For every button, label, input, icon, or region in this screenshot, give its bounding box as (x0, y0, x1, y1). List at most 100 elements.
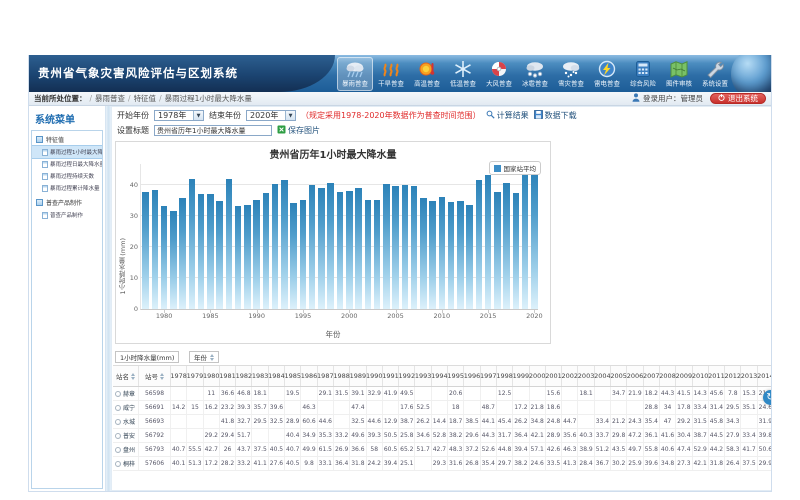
row-radio[interactable] (115, 433, 121, 439)
breadcrumb-separator: / (128, 94, 131, 103)
year-sort-chip[interactable]: 年份 (189, 351, 219, 363)
nav-item-wrench[interactable]: 系统设置 (697, 57, 733, 91)
bar-2010[interactable] (439, 197, 446, 309)
row-radio[interactable] (115, 405, 121, 411)
chart-legend[interactable]: 国家站平均 (489, 161, 542, 175)
bar-2013[interactable] (466, 205, 473, 309)
nav-item-cold[interactable]: 低温普查 (445, 57, 481, 91)
bar-1981[interactable] (170, 211, 177, 309)
sidebar-item[interactable]: 暴雨过程持续天数 (32, 170, 102, 182)
end-year-select[interactable]: 2020年 ▼ (246, 110, 296, 121)
bar-2019[interactable] (522, 170, 529, 309)
bar-2017[interactable] (503, 183, 510, 309)
tree-group[interactable]: 特征值 (32, 131, 102, 146)
sidebar-item[interactable]: 普查产品制作 (32, 209, 102, 221)
value-cell: 29.9 (758, 457, 771, 470)
bar-2007[interactable] (411, 186, 418, 309)
bar-1999[interactable] (337, 192, 344, 309)
nav-item-hail[interactable]: 冰雹普查 (517, 57, 553, 91)
bar-1996[interactable] (309, 185, 316, 309)
bar-1994[interactable] (290, 203, 297, 309)
bar-1979[interactable] (152, 190, 159, 309)
sidebar-item[interactable]: 暴雨过程日最大降水量 (32, 158, 102, 170)
bar-2012[interactable] (457, 201, 464, 309)
bar-1990[interactable] (253, 200, 260, 309)
value-cell: 35.4 (644, 415, 660, 428)
bar-1997[interactable] (318, 188, 325, 309)
nav-item-rainstorm[interactable]: 暴雨普查 (337, 57, 373, 91)
bar-1983[interactable] (189, 179, 196, 309)
row-radio[interactable] (115, 391, 121, 397)
nav-item-snow[interactable]: 雪灾普查 (553, 57, 589, 91)
bar-1987[interactable] (226, 179, 233, 309)
nav-item-calculator[interactable]: 综合风险 (625, 57, 661, 91)
save-image-button[interactable]: 保存图片 (277, 125, 320, 136)
value-cell: 39.1 (350, 387, 366, 400)
bar-2000[interactable] (346, 191, 353, 309)
bar-1992[interactable] (272, 184, 279, 309)
sidebar-item[interactable]: 暴雨过程1小时最大降水量 (32, 146, 102, 158)
calculate-button[interactable]: 计算结果 (486, 110, 529, 121)
bar-1991[interactable] (263, 193, 270, 309)
value-cell: 28.9 (285, 415, 301, 428)
bar-1998[interactable] (327, 183, 334, 309)
table-row[interactable]: 盘州5679340.755.542.72643.737.540.540.749.… (113, 443, 771, 457)
document-icon (42, 149, 48, 156)
breadcrumb-item[interactable]: 暴雨普查 (95, 94, 125, 103)
start-year-select[interactable]: 1978年 ▼ (154, 110, 204, 121)
row-radio[interactable] (115, 461, 121, 467)
bar-1980[interactable] (161, 206, 168, 309)
bar-2003[interactable] (374, 200, 381, 309)
station-code-cell: 57606 (139, 457, 171, 470)
bar-1988[interactable] (235, 206, 242, 309)
value-cell: 18.1 (252, 387, 268, 400)
bar-1986[interactable] (216, 201, 223, 309)
table-row[interactable]: 水城5669341.832.729.532.528.960.644.632.54… (113, 415, 771, 429)
table-row[interactable]: 桐梓5760640.151.317.228.233.241.127.640.59… (113, 457, 771, 471)
bar-1978[interactable] (142, 192, 149, 309)
logout-button[interactable]: 退出系统 (710, 93, 766, 104)
table-row[interactable]: 普安5679229.229.451.740.434.935.333.249.63… (113, 429, 771, 443)
bar-2005[interactable] (392, 186, 399, 309)
row-radio[interactable] (115, 447, 121, 453)
bar-1984[interactable] (198, 194, 205, 309)
bar-2004[interactable] (383, 184, 390, 309)
header-year-1993: 1993 (415, 366, 431, 386)
nav-item-wind[interactable]: 大风普查 (481, 57, 517, 91)
nav-item-map[interactable]: 图件审核 (661, 57, 697, 91)
header-station-code[interactable]: 站号 (139, 366, 171, 386)
bar-1989[interactable] (244, 205, 251, 309)
bar-2011[interactable] (448, 202, 455, 309)
bar-2008[interactable] (420, 198, 427, 309)
bar-2016[interactable] (494, 192, 501, 309)
bar-2018[interactable] (513, 193, 520, 309)
chart-title-input[interactable] (154, 125, 272, 136)
nav-item-lightning[interactable]: 雷电普查 (589, 57, 625, 91)
bar-1985[interactable] (207, 194, 214, 309)
value-cell (432, 387, 448, 400)
bar-2015[interactable] (485, 175, 492, 309)
row-radio[interactable] (115, 419, 121, 425)
bar-2014[interactable] (476, 180, 483, 309)
bar-1995[interactable] (300, 200, 307, 309)
tree-group[interactable]: 普查产品制作 (32, 194, 102, 209)
bar-2006[interactable] (402, 185, 409, 309)
value-cell: 24.2 (367, 457, 383, 470)
bar-1993[interactable] (281, 180, 288, 309)
bar-2002[interactable] (365, 200, 372, 309)
bar-2020[interactable] (531, 172, 538, 309)
sidebar-item[interactable]: 暴雨过程累计降水量 (32, 182, 102, 194)
header-station-name[interactable]: 站名 (113, 366, 139, 386)
download-button[interactable]: 数据下载 (534, 110, 577, 121)
data-table: 1小时降水量(mm) 年份 站名站号1978197919801981198219… (113, 350, 771, 482)
table-row[interactable]: 赫章565981136.646.818.119.529.131.539.132.… (113, 387, 771, 401)
bar-1982[interactable] (179, 198, 186, 309)
loading-spinner-icon[interactable]: ↻ (763, 390, 772, 405)
bar-2001[interactable] (355, 188, 362, 309)
nav-item-drought[interactable]: 干旱普查 (373, 57, 409, 91)
breadcrumb-item[interactable]: 特征值 (134, 94, 157, 103)
table-row[interactable]: 威宁5669114.21516.223.239.335.739.646.347.… (113, 401, 771, 415)
breadcrumb-item[interactable]: 暴雨过程1小时最大降水量 (165, 94, 252, 103)
bar-2009[interactable] (429, 201, 436, 309)
nav-item-heat[interactable]: 高温普查 (409, 57, 445, 91)
